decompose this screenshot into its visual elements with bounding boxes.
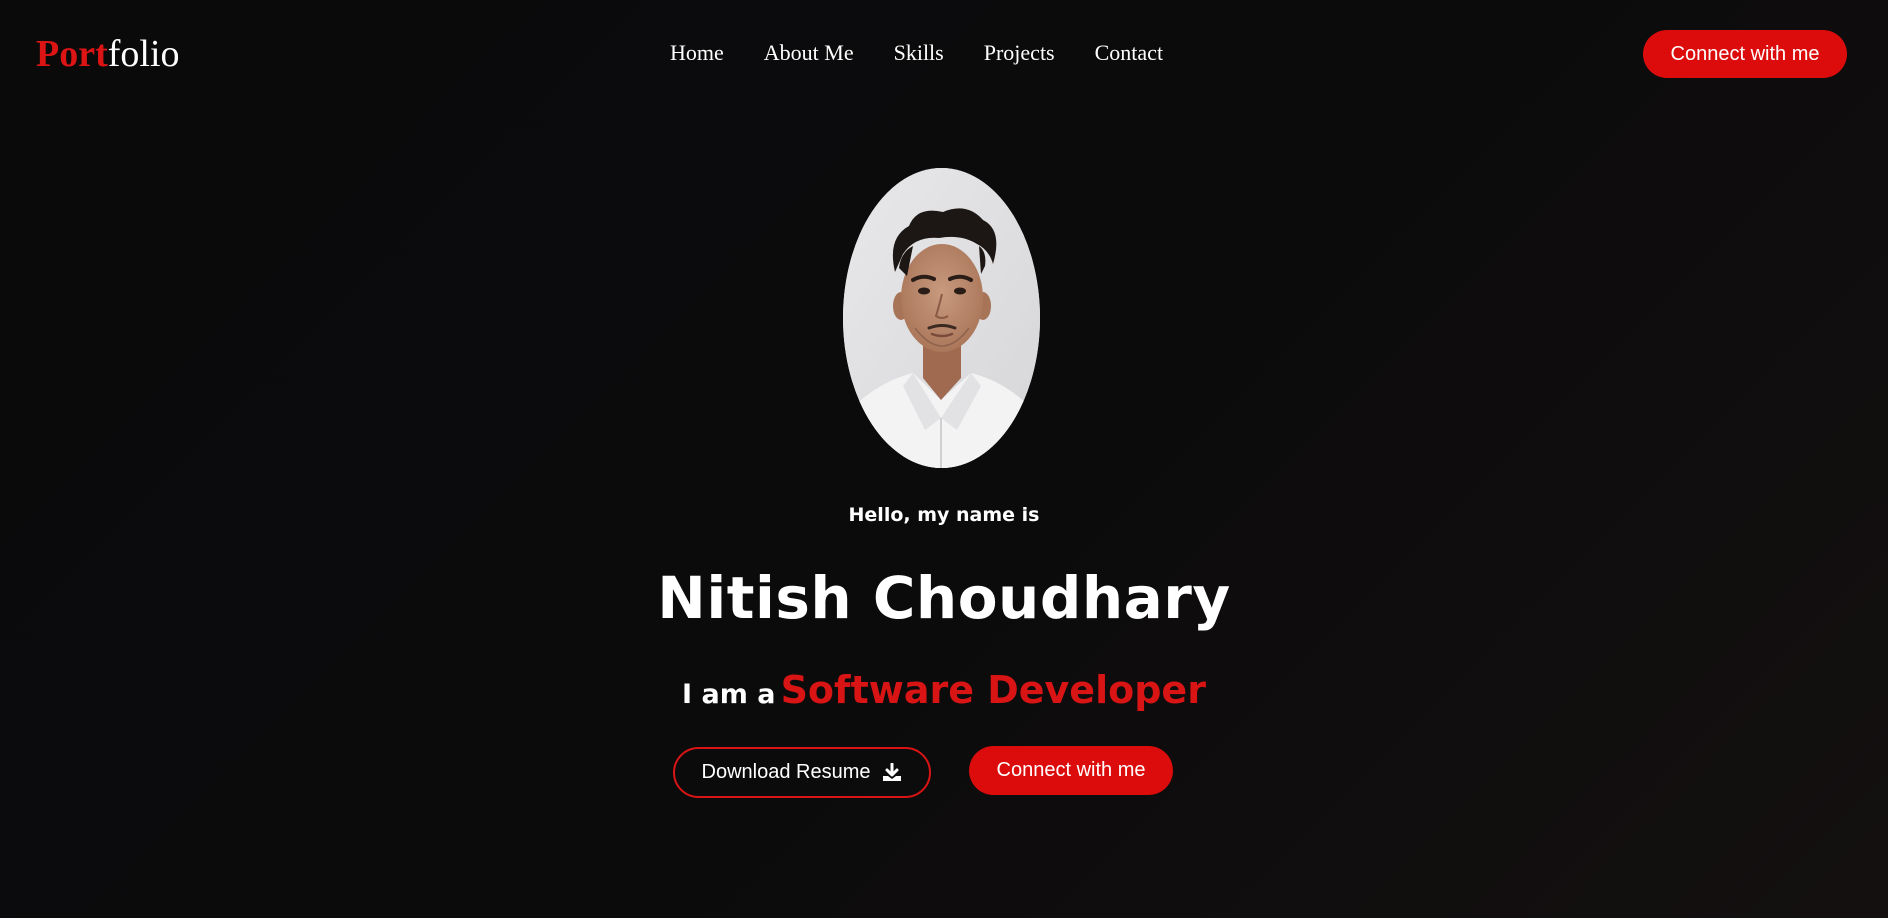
download-resume-button[interactable]: Download Resume	[673, 747, 931, 798]
logo-accent: Port	[36, 33, 108, 75]
logo-rest: folio	[107, 33, 180, 75]
hero-role: I am a Software Developer	[0, 668, 1888, 712]
download-resume-label: Download Resume	[701, 761, 871, 783]
hero-greeting: Hello, my name is	[848, 504, 1040, 526]
nav-connect-button[interactable]: Connect with me	[1643, 30, 1847, 78]
navbar: Portfolio Home About Me Skills Projects …	[0, 0, 1888, 108]
nav-links: Home About Me Skills Projects Contact	[670, 38, 1163, 68]
profile-photo	[843, 168, 1040, 468]
nav-link-projects[interactable]: Projects	[984, 38, 1055, 68]
nav-link-skills[interactable]: Skills	[894, 38, 944, 68]
role-prefix: I am a	[682, 679, 776, 710]
download-icon	[882, 762, 902, 783]
hero-name: Nitish Choudhary	[657, 564, 1231, 632]
hero-connect-button[interactable]: Connect with me	[969, 746, 1173, 795]
role-title: Software Developer	[780, 668, 1206, 712]
nav-link-about-me[interactable]: About Me	[764, 38, 854, 68]
profile-photo-illustration	[843, 168, 1040, 468]
nav-link-contact[interactable]: Contact	[1095, 38, 1163, 68]
nav-link-home[interactable]: Home	[670, 38, 724, 68]
logo[interactable]: Portfolio	[36, 30, 180, 78]
